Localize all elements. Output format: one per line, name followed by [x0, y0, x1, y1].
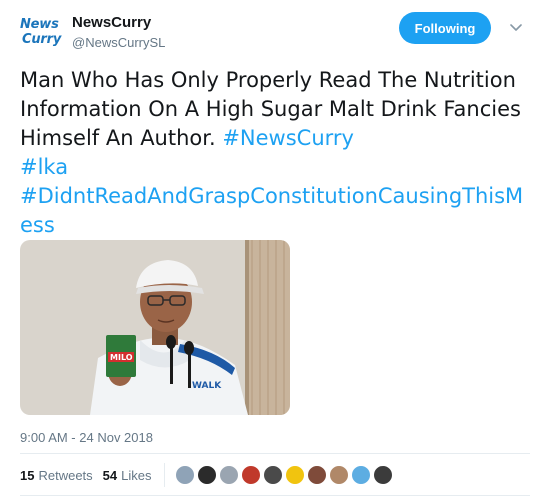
- liker-avatar[interactable]: [350, 465, 371, 485]
- retweets-stat[interactable]: 15 Retweets: [20, 468, 93, 483]
- liker-avatar[interactable]: [372, 465, 393, 485]
- liker-avatars: [174, 465, 395, 485]
- stats-separator: [163, 463, 165, 487]
- tweet-stats: 15 Retweets 54 Likes: [20, 462, 395, 488]
- hashtag-link[interactable]: #DidntReadAndGraspConstitutionCausingThi…: [20, 184, 523, 237]
- liker-avatar[interactable]: [262, 465, 283, 485]
- divider: [20, 495, 530, 496]
- likes-stat[interactable]: 54 Likes: [103, 468, 152, 483]
- handle[interactable]: @NewsCurrySL: [72, 34, 165, 52]
- svg-text:MILO: MILO: [110, 353, 133, 362]
- svg-text:WALK: WALK: [192, 381, 222, 391]
- likes-count: 54: [102, 467, 118, 483]
- avatar-logo-line2: Curry: [22, 32, 62, 47]
- tweet-card: News Curry NewsCurry @NewsCurrySL Follow…: [0, 0, 550, 497]
- liker-avatar[interactable]: [218, 465, 239, 485]
- avatar[interactable]: News Curry: [20, 10, 64, 54]
- retweets-label: Retweets: [38, 467, 93, 483]
- liker-avatar[interactable]: [174, 465, 195, 485]
- tweet-timestamp[interactable]: 9:00 AM - 24 Nov 2018: [20, 430, 153, 445]
- hashtag-link[interactable]: #lka: [20, 155, 68, 179]
- hashtag-link[interactable]: #NewsCurry: [222, 126, 354, 150]
- liker-avatar[interactable]: [284, 465, 305, 485]
- divider: [20, 453, 530, 454]
- display-name[interactable]: NewsCurry: [72, 14, 165, 32]
- tweet-text: Man Who Has Only Properly Read The Nutri…: [20, 66, 530, 240]
- liker-avatar[interactable]: [328, 465, 349, 485]
- liker-avatar[interactable]: [240, 465, 261, 485]
- tweet-photo[interactable]: WALK MILO: [20, 240, 290, 415]
- chevron-down-icon[interactable]: [509, 21, 523, 35]
- likes-label: Likes: [121, 467, 152, 483]
- liker-avatar[interactable]: [196, 465, 217, 485]
- liker-avatar[interactable]: [306, 465, 327, 485]
- author-block[interactable]: NewsCurry @NewsCurrySL: [72, 14, 165, 52]
- avatar-logo-line1: News: [20, 17, 59, 32]
- retweets-count: 15: [20, 467, 35, 483]
- following-button[interactable]: Following: [399, 12, 491, 44]
